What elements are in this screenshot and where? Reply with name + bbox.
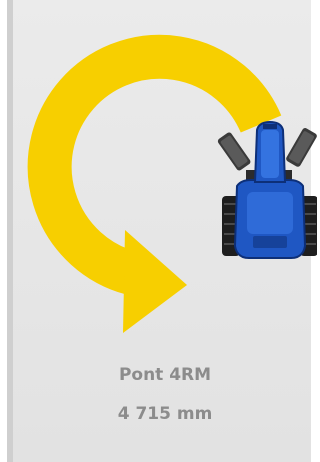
axle-type-label: Pont 4RM	[118, 365, 212, 385]
turning-radius-card: Pont 4RM 4 715 mm	[7, 0, 317, 462]
turn-arrow-icon	[27, 34, 282, 333]
turning-diagram	[27, 34, 317, 333]
tractor-icon	[217, 120, 317, 259]
turning-radius-value: 4 715 mm	[117, 404, 213, 424]
